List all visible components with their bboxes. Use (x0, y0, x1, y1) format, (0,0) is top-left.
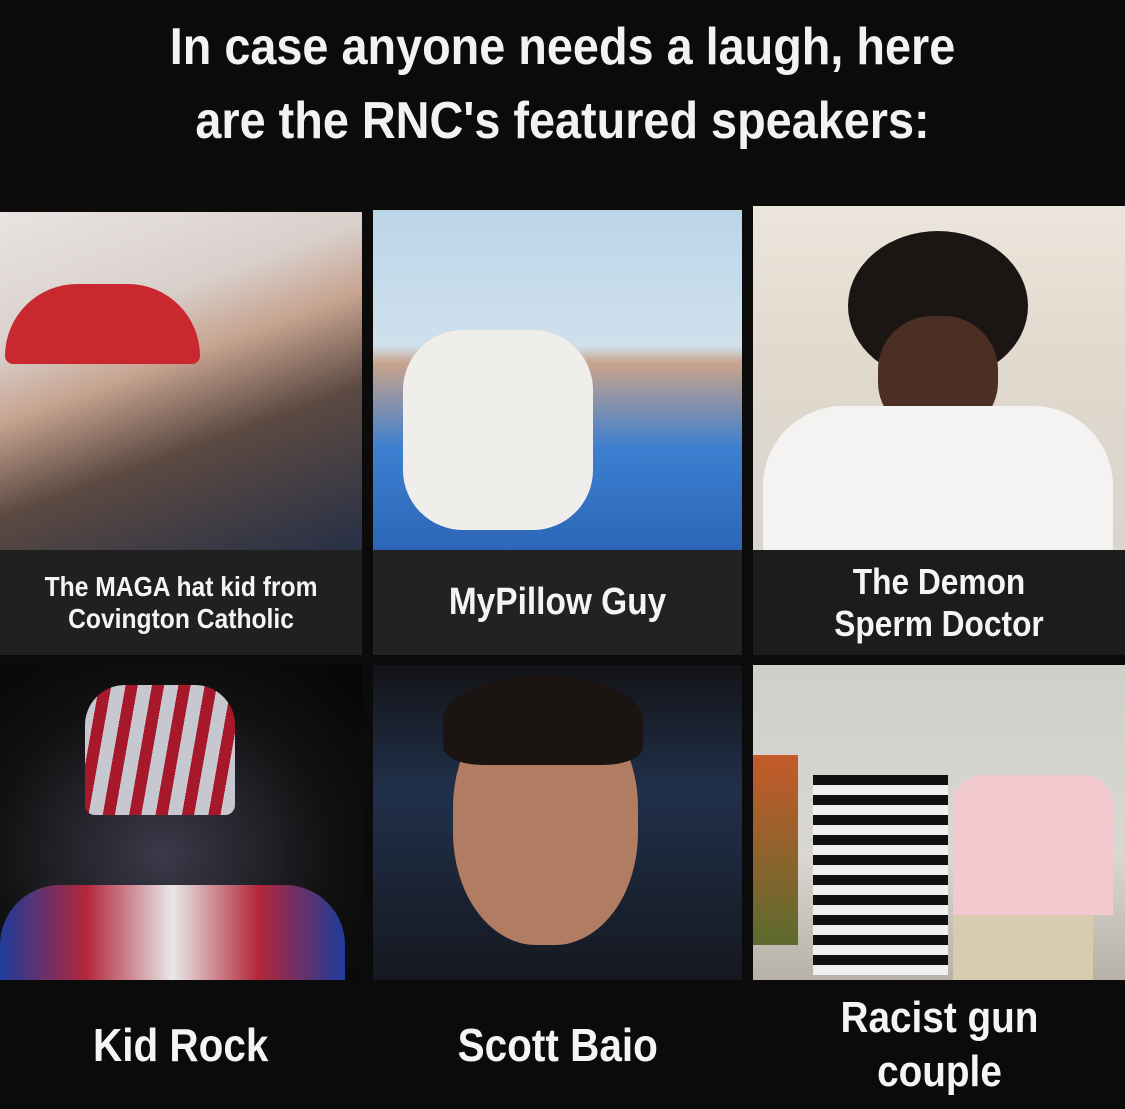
photo-racist-gun-couple (753, 665, 1125, 980)
pillow (403, 330, 593, 530)
photo-kid-rock (0, 665, 362, 980)
panel-maga-hat-kid: The MAGA hat kid from Covington Catholic (0, 212, 362, 655)
photo-maga-hat-kid (0, 212, 362, 550)
caption-line: The MAGA hat kid from (44, 570, 318, 602)
caption-line: Sperm Doctor (834, 602, 1044, 644)
photo-shape (813, 775, 948, 975)
meme-title: In case anyone needs a laugh, here are t… (56, 10, 1069, 158)
title-line-2: are the RNC's featured speakers: (195, 92, 930, 150)
panel-racist-gun-couple: Racist gun couple (753, 665, 1125, 1109)
photo-shape (0, 885, 345, 980)
panel-kid-rock: Kid Rock (0, 665, 362, 1109)
caption: Racist gun couple (753, 980, 1125, 1109)
caption: The Demon Sperm Doctor (753, 550, 1125, 655)
red-hat (5, 284, 200, 364)
photo-shape (953, 915, 1093, 980)
photo-shape (443, 675, 643, 765)
caption-line: Kid Rock (93, 1018, 269, 1071)
caption: The MAGA hat kid from Covington Catholic (0, 550, 362, 655)
panel-demon-sperm-doctor: The Demon Sperm Doctor (753, 206, 1125, 655)
caption-line: Covington Catholic (68, 602, 294, 634)
caption-line: Scott Baio (457, 1018, 658, 1071)
caption-line: Racist gun (840, 992, 1038, 1042)
panel-mypillow-guy: MyPillow Guy (373, 210, 742, 655)
photo-mypillow-guy (373, 210, 742, 550)
caption: Kid Rock (0, 980, 362, 1109)
photo-shape (85, 685, 235, 815)
photo-shape (953, 775, 1113, 915)
caption-line: couple (876, 1046, 1002, 1096)
photo-scott-baio (373, 665, 742, 980)
caption-line: MyPillow Guy (448, 581, 667, 623)
caption-line: The Demon (852, 560, 1026, 602)
panel-scott-baio: Scott Baio (373, 665, 742, 1109)
caption: Scott Baio (373, 980, 742, 1109)
photo-shape (763, 406, 1113, 550)
caption: MyPillow Guy (373, 550, 742, 655)
title-line-1: In case anyone needs a laugh, here (169, 18, 956, 76)
photo-demon-sperm-doctor (753, 206, 1125, 550)
photo-shape (753, 755, 798, 945)
